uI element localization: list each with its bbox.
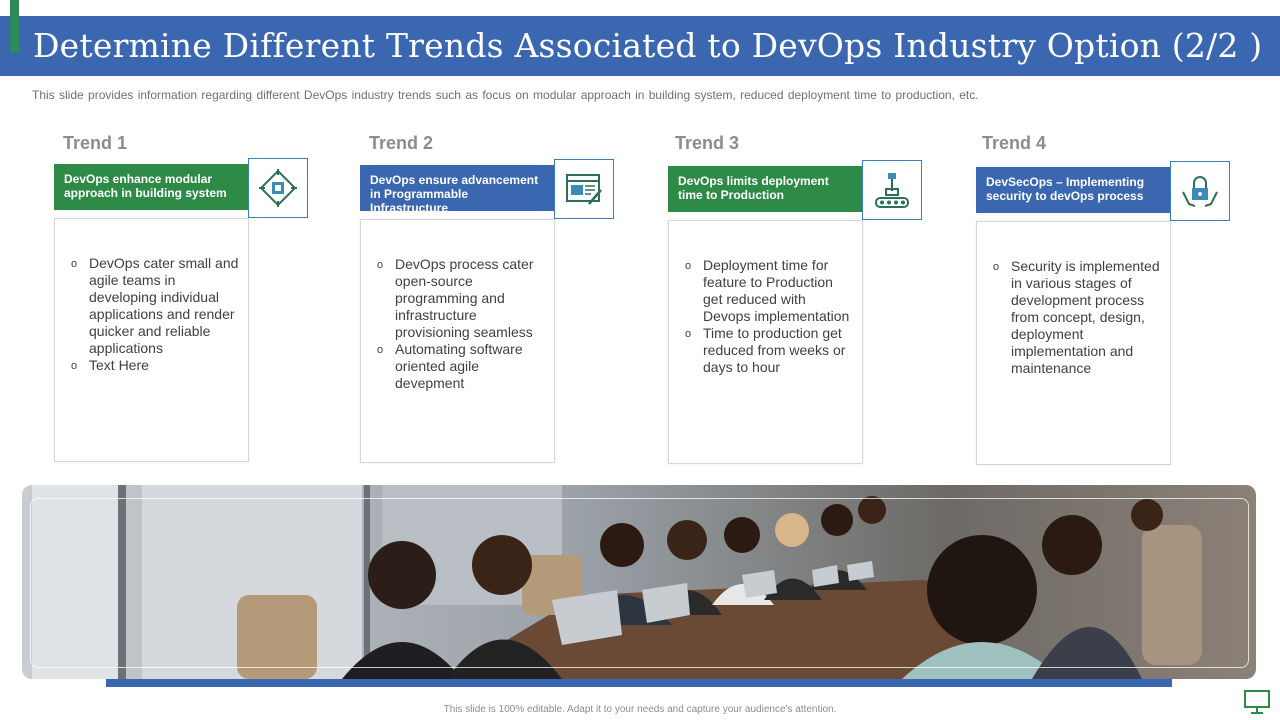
trend-1-heading: Trend 1: [63, 133, 128, 153]
trend-3-card: Deployment time for feature to Productio…: [668, 220, 863, 464]
trend-1-bullets: DevOps cater small and agile teams in de…: [71, 255, 241, 375]
trend-4-card: Security is implemented in various stage…: [976, 221, 1171, 465]
trend-4-banner: DevSecOps – Implementing security to dev…: [976, 167, 1172, 213]
list-item: DevOps process cater open-source program…: [377, 256, 547, 341]
trend-2-bullets: DevOps process cater open-source program…: [377, 256, 547, 392]
trend-1-banner: DevOps enhance modular approach in build…: [54, 164, 250, 210]
trend-2-banner: DevOps ensure advancement in Programmabl…: [360, 165, 556, 215]
trend-1-card: DevOps cater small and agile teams in de…: [54, 218, 249, 462]
list-item: DevOps cater small and agile teams in de…: [71, 255, 241, 357]
photo-underline-bar: [106, 679, 1172, 687]
list-item: Automating software oriented agile devep…: [377, 341, 547, 392]
code-editor-icon: [566, 174, 602, 205]
list-item: Security is implemented in various stage…: [993, 258, 1163, 377]
slide-title: Determine Different Trends Associated to…: [33, 26, 1263, 65]
list-item: Time to production get reduced from week…: [685, 325, 855, 376]
photo-frame: [30, 498, 1249, 668]
trend-2-card: DevOps process cater open-source program…: [360, 219, 555, 463]
title-accent-bar: [10, 0, 19, 52]
trend-3-bullets: Deployment time for feature to Productio…: [685, 257, 855, 376]
trend-2-icon-box: [554, 159, 614, 219]
chip-icon: [259, 169, 297, 207]
list-item: Text Here: [71, 357, 241, 375]
secure-lock-hands-icon: [1182, 176, 1218, 207]
trend-3-icon-box: [862, 160, 922, 220]
trend-4-icon-box: [1170, 161, 1230, 221]
trend-3-banner: DevOps limits deployment time to Product…: [668, 166, 864, 212]
assembly-line-icon: [875, 173, 909, 208]
trend-1-icon-box: [248, 158, 308, 218]
slide-subtitle: This slide provides information regardin…: [32, 88, 979, 102]
trend-3-heading: Trend 3: [675, 133, 740, 153]
monitor-icon[interactable]: [1243, 689, 1271, 715]
trend-4-bullets: Security is implemented in various stage…: [993, 258, 1163, 377]
list-item: Deployment time for feature to Productio…: [685, 257, 855, 325]
footer-note: This slide is 100% editable. Adapt it to…: [443, 704, 837, 715]
trend-2-heading: Trend 2: [369, 133, 434, 153]
trend-4-heading: Trend 4: [982, 133, 1047, 153]
